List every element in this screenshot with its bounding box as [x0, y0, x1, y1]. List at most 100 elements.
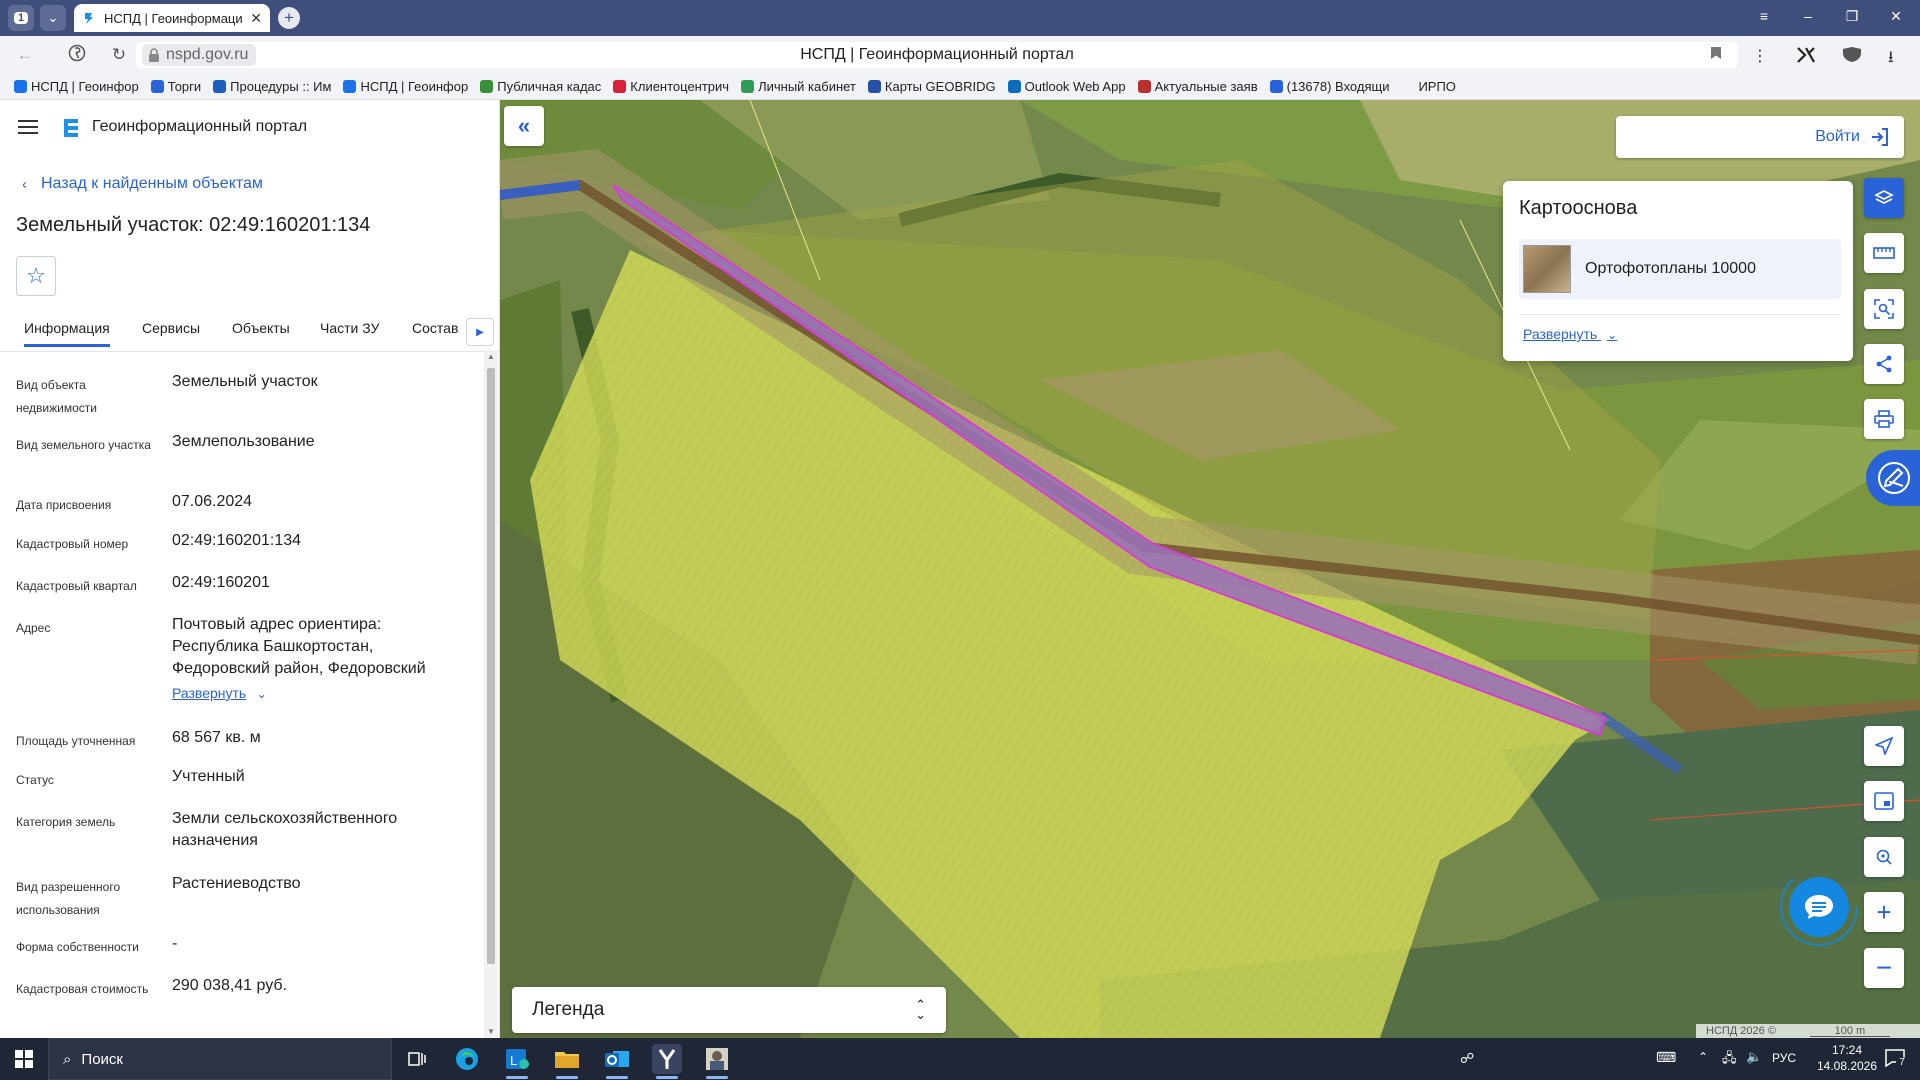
portal-name[interactable]: Геоинформационный портал: [92, 118, 307, 136]
url-field[interactable]: nspd.gov.ru НСПД | Геоинформационный пор…: [136, 42, 1738, 68]
collapse-panel-button[interactable]: «: [504, 106, 544, 146]
legend-button[interactable]: Легенда ⌃ ⌄: [512, 987, 946, 1033]
ruler-button[interactable]: [1864, 233, 1904, 273]
location-search-icon: [1876, 849, 1892, 865]
close-window-button[interactable]: ✕: [1886, 8, 1906, 25]
bookmark-favicon-icon: [1007, 80, 1021, 93]
outlook-icon[interactable]: [602, 1044, 632, 1079]
basemap-expand-link[interactable]: Развернуть ⌄: [1523, 326, 1617, 342]
object-title: Земельный участок: 02:49:160201:134: [16, 214, 371, 236]
bookmark-item[interactable]: (13678) Входящи: [1269, 79, 1389, 94]
basemap-item[interactable]: Ортофотопланы 10000: [1519, 239, 1841, 299]
reload-icon[interactable]: ↻: [104, 45, 134, 65]
property-value: 290 038,41 руб.: [172, 977, 288, 994]
bookmark-item[interactable]: НСПД | Геоинфор: [14, 79, 139, 94]
more-vertical-icon[interactable]: ⋮: [1752, 46, 1768, 66]
portal-logo-icon[interactable]: [60, 116, 80, 138]
tab-services[interactable]: Сервисы: [142, 320, 200, 336]
browser-tab-bar: 1 ⌄ НСПД | Геоинформаци ✕ + ≡ – ❐ ✕: [0, 0, 1920, 36]
download-icon[interactable]: ⭳: [1888, 46, 1894, 73]
tab-composition[interactable]: Состав: [412, 320, 458, 336]
protect-icon[interactable]: [1842, 46, 1862, 67]
task-view-icon[interactable]: [402, 1044, 432, 1074]
lync-app-icon[interactable]: L: [502, 1044, 532, 1079]
back-arrow-icon[interactable]: ←: [10, 45, 40, 65]
notifications-icon[interactable]: 7: [1884, 1047, 1908, 1071]
share-button[interactable]: [1864, 344, 1904, 384]
file-explorer-icon[interactable]: [552, 1044, 582, 1079]
print-button[interactable]: [1864, 399, 1904, 439]
legend-label: Легенда: [532, 999, 605, 1020]
expand-link[interactable]: Развернуть: [172, 685, 246, 701]
scroll-thumb[interactable]: [487, 368, 495, 964]
bookmark-item[interactable]: Публичная кадас: [480, 79, 601, 94]
geolocation-button[interactable]: [1864, 726, 1904, 766]
chevron-up-icon[interactable]: ⌃: [1698, 1050, 1708, 1064]
select-area-icon: [1874, 299, 1894, 319]
url-pill[interactable]: nspd.gov.ru: [142, 44, 257, 66]
login-icon: [1872, 128, 1888, 146]
draw-tool-button[interactable]: [1866, 450, 1920, 506]
basemap-title: Картооснова: [1519, 197, 1638, 219]
share-icon: [1876, 355, 1892, 373]
minimize-button[interactable]: –: [1798, 8, 1818, 24]
restore-button[interactable]: ❐: [1842, 8, 1862, 25]
tab-parts[interactable]: Части ЗУ: [320, 320, 379, 336]
new-tab-button[interactable]: +: [278, 7, 300, 29]
bookmark-item[interactable]: Процедуры :: Им: [213, 79, 331, 94]
bookmark-item[interactable]: НСПД | Геоинфор: [343, 79, 468, 94]
bookmark-item[interactable]: Клиентоцентрич: [613, 79, 729, 94]
bookmark-item[interactable]: Карты GEOBRIDG: [867, 79, 996, 94]
close-icon[interactable]: ✕: [250, 10, 262, 27]
bookmark-label: Outlook Web App: [1024, 79, 1126, 94]
select-area-button[interactable]: [1864, 289, 1904, 329]
people-icon[interactable]: ☍: [1460, 1050, 1474, 1067]
zoom-in-button[interactable]: +: [1864, 892, 1904, 932]
user-app-icon[interactable]: [702, 1044, 732, 1079]
address-expand[interactable]: Развернуть ⌄: [172, 682, 472, 705]
back-to-results-link[interactable]: ‹ Назад к найденным объектам: [22, 175, 263, 193]
hamburger-menu-icon[interactable]: [18, 120, 38, 134]
chat-button[interactable]: [1778, 866, 1860, 948]
tab-counter[interactable]: 1: [8, 5, 34, 31]
scroll-up-icon[interactable]: ▲: [487, 352, 495, 361]
extension-icon[interactable]: [1796, 46, 1816, 69]
taskbar-search[interactable]: ⌕ Поиск: [48, 1038, 392, 1080]
login-button[interactable]: Войти: [1616, 116, 1904, 158]
scale-bar: 100 m: [1809, 1025, 1890, 1037]
yandex-browser-icon[interactable]: [652, 1044, 682, 1079]
edge-browser-icon[interactable]: [452, 1044, 482, 1074]
menu-icon[interactable]: ≡: [1754, 8, 1774, 24]
bookmark-item[interactable]: Outlook Web App: [1007, 79, 1126, 94]
bookmark-item[interactable]: Актуальные заяв: [1137, 79, 1258, 94]
tab-objects[interactable]: Объекты: [232, 320, 290, 336]
bookmark-item[interactable]: Личный кабинет: [741, 79, 856, 94]
bookmark-icon[interactable]: [1710, 46, 1722, 64]
search-label: Поиск: [81, 1050, 123, 1068]
minimap-button[interactable]: [1864, 781, 1904, 821]
layers-button[interactable]: [1864, 178, 1904, 218]
chevron-down-icon[interactable]: ⌄: [40, 5, 66, 31]
windows-start-button[interactable]: [0, 1038, 48, 1080]
tab-information[interactable]: Информация: [24, 320, 110, 347]
bookmark-favicon-icon: [613, 80, 627, 93]
bookmark-item[interactable]: ИРПО: [1401, 79, 1456, 94]
clock[interactable]: 17:24 14.08.2026: [1816, 1043, 1878, 1073]
favorite-button[interactable]: ☆: [16, 256, 56, 296]
bookmark-favicon-icon: [1269, 80, 1283, 93]
keyboard-icon[interactable]: ⌨: [1656, 1049, 1676, 1066]
browser-tab-active[interactable]: НСПД | Геоинформаци ✕: [74, 4, 270, 32]
zoom-out-button[interactable]: −: [1864, 948, 1904, 988]
bookmark-label: Карты GEOBRIDG: [884, 79, 996, 94]
search-location-button[interactable]: [1864, 837, 1904, 877]
bookmark-item[interactable]: Торги: [150, 79, 202, 94]
volume-icon[interactable]: 🔈: [1746, 1049, 1762, 1065]
panel-scrollbar[interactable]: ▲ ▼: [484, 350, 498, 1038]
scroll-down-icon[interactable]: ▼: [487, 1027, 495, 1036]
login-label: Войти: [1815, 128, 1860, 145]
bookmark-label: Торги: [167, 79, 202, 94]
yandex-icon[interactable]: [62, 44, 92, 67]
network-icon[interactable]: 🖧: [1722, 1049, 1737, 1071]
language-indicator[interactable]: РУС: [1772, 1051, 1796, 1065]
tabs-next-button[interactable]: ▶: [466, 318, 494, 346]
